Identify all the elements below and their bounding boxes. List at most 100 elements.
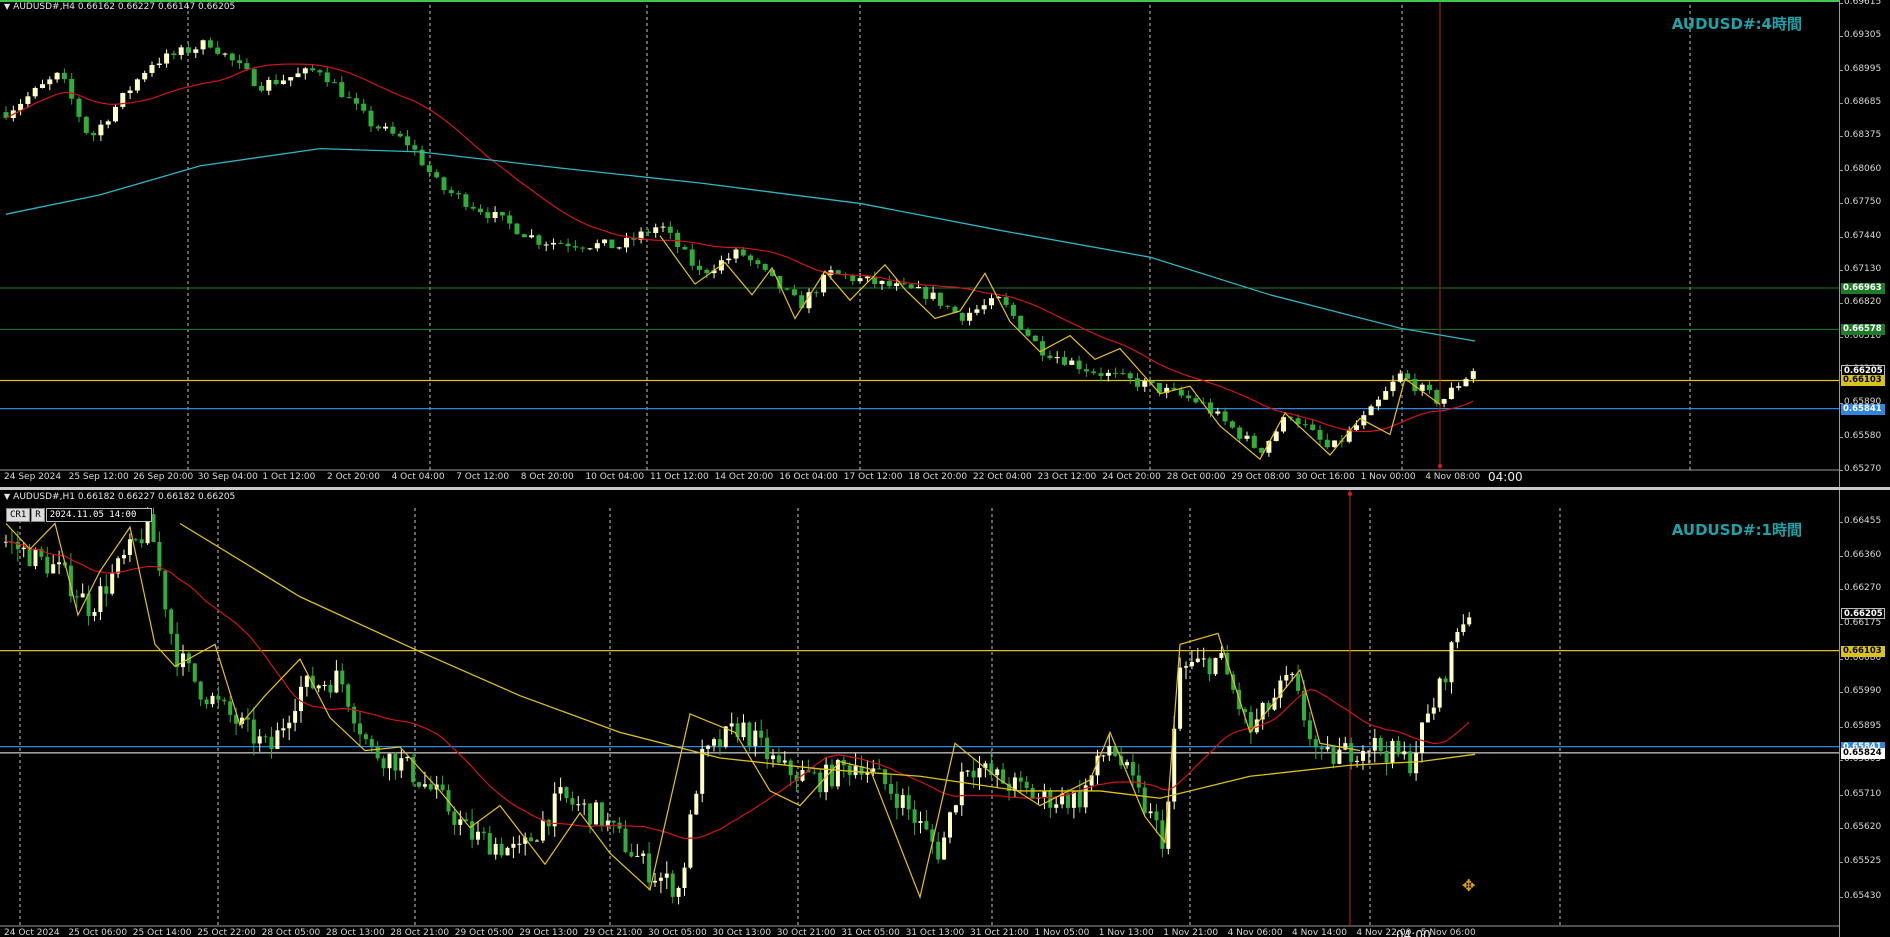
h1-chart-pane[interactable]: ▼ AUDUSD#,H1 0.66182 0.66227 0.66182 0.66… (0, 490, 1890, 937)
candle-body (551, 242, 556, 245)
candle-body (748, 255, 754, 261)
candle-body (481, 831, 486, 834)
candle-body (1355, 760, 1360, 763)
candle-body (346, 684, 351, 707)
candle-body (1154, 811, 1159, 821)
candle-body (1025, 329, 1031, 336)
candle-body (275, 730, 280, 750)
candle-body (493, 843, 498, 855)
candle-body (1076, 360, 1082, 370)
h1-chart-canvas[interactable] (0, 490, 1840, 937)
candle-body (51, 564, 56, 574)
candle-body (879, 280, 885, 285)
candle-body (1135, 378, 1140, 387)
candle-body (228, 701, 233, 715)
candle-body (894, 283, 900, 287)
candle-body (1215, 411, 1221, 414)
candle-body (877, 768, 882, 770)
candle-body (959, 771, 964, 806)
candle-body (700, 748, 705, 794)
candle-body (1317, 430, 1323, 440)
time-axis-label: 24 Sep 2024 (4, 472, 62, 482)
price-axis-label: 0.67130 (1844, 264, 1882, 275)
candle-body (259, 86, 264, 91)
candle-body (1186, 395, 1192, 399)
candle-body (1443, 678, 1448, 683)
cr-label[interactable]: CR1 (6, 508, 31, 522)
candle-body (1397, 373, 1403, 382)
candle-body (540, 819, 545, 841)
candle-body (594, 802, 598, 825)
candle-body (244, 63, 250, 70)
candle-body (476, 831, 480, 840)
candle-body (1331, 747, 1336, 764)
candle-body (383, 126, 389, 129)
candle-body (1229, 421, 1235, 428)
candle-body (953, 805, 958, 813)
candle-body (645, 231, 651, 233)
candle-body (658, 877, 663, 881)
candle-body (181, 653, 185, 668)
candle-body (266, 80, 272, 91)
candle-body (959, 312, 965, 321)
candle-body (440, 784, 445, 791)
candle-body (981, 305, 987, 310)
h4-price-axis[interactable]: 0.69615 0.69305 0.68995 0.68685 0.68375 0.680… (1839, 0, 1890, 487)
candle-body (1032, 335, 1038, 342)
candle-body (765, 737, 770, 760)
candle-body (1160, 820, 1165, 849)
candle-body (251, 719, 256, 744)
candle-body (1142, 787, 1147, 814)
h1-price-axis[interactable]: 0.66455 0.66360 0.66270 0.66175 0.66080 0.659… (1839, 490, 1890, 937)
candle-body (492, 212, 498, 219)
price-axis-label: 0.65895 (1844, 720, 1882, 731)
price-axis-tick (1840, 659, 1843, 661)
candle-body (1384, 750, 1389, 763)
time-axis-label: 31 Oct 05:00 (841, 928, 900, 937)
candle-body (871, 768, 876, 772)
candle-body (116, 558, 121, 574)
candle-body (511, 843, 516, 848)
candle-body (543, 244, 549, 246)
price-axis-tick (1840, 203, 1843, 205)
candle-body (889, 784, 893, 794)
candle-body (1130, 762, 1135, 776)
candle-body (1030, 787, 1035, 799)
collapse-triangle-icon[interactable]: ▼ (4, 492, 10, 501)
candle-body (487, 833, 492, 855)
time-axis-label: 25 Oct 22:00 (197, 928, 256, 937)
candle-body (175, 633, 180, 668)
price-axis-label: 0.68685 (1844, 96, 1882, 107)
candle-body (971, 770, 976, 778)
time-axis-label: 4 Nov 06:00 (1227, 928, 1283, 937)
r-label[interactable]: R (31, 508, 45, 522)
candle-body (1420, 722, 1424, 753)
candle-body (21, 547, 26, 550)
h4-chart-pane[interactable]: ▼ AUDUSD#,H4 0.66162 0.66227 0.66147 0.66… (0, 0, 1890, 487)
candle-body (369, 739, 374, 747)
time-axis-label: 2 Oct 20:00 (327, 472, 380, 482)
time-axis-label: 31 Oct 21:00 (970, 928, 1029, 937)
h4-chart-canvas[interactable] (0, 0, 1840, 487)
candle-body (1042, 790, 1047, 798)
time-axis-label: 24 Oct 20:00 (1102, 472, 1161, 482)
price-axis-label: 0.69305 (1844, 30, 1882, 41)
candle-body (1125, 762, 1129, 766)
candle-body (948, 812, 952, 838)
candle-body (924, 821, 929, 830)
candle-body (894, 793, 899, 808)
time-axis-label: 4 Oct 04:00 (391, 472, 445, 482)
candle-body (912, 809, 917, 823)
price-axis-tick (1840, 556, 1843, 558)
collapse-triangle-icon[interactable]: ▼ (4, 2, 10, 11)
candle-body (169, 609, 174, 634)
price-axis-tick (1840, 336, 1843, 338)
candle-body (576, 804, 581, 806)
candle-body (1368, 406, 1374, 416)
candle-body (310, 68, 316, 71)
candle-body (1101, 755, 1106, 757)
candle-body (1354, 425, 1359, 430)
candle-body (1337, 749, 1342, 764)
candle-body (92, 612, 97, 616)
candle-body (507, 215, 513, 224)
